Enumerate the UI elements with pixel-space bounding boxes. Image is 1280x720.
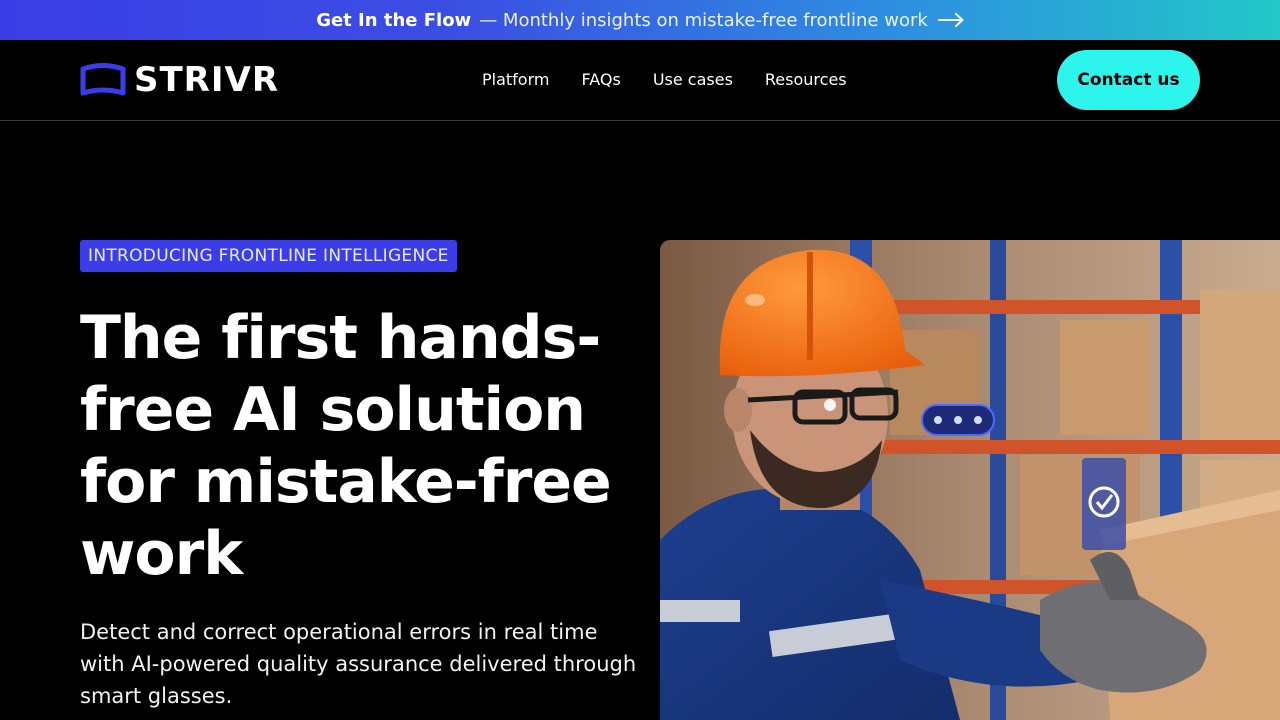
- intro-badge: INTRODUCING FRONTLINE INTELLIGENCE: [80, 240, 457, 272]
- contact-us-button[interactable]: Contact us: [1057, 50, 1200, 110]
- nav-item-faqs[interactable]: FAQs: [581, 68, 620, 92]
- hero-image: [660, 240, 1280, 720]
- nav-item-platform[interactable]: Platform: [482, 68, 549, 92]
- arrow-right-icon: [937, 13, 964, 27]
- announcement-text: — Monthly insights on mistake-free front…: [479, 9, 928, 31]
- logo-mark-icon: [80, 63, 126, 96]
- strivr-logo[interactable]: STRIVR: [80, 62, 279, 98]
- hero-headline: The first hands-free AI solution for mis…: [80, 303, 612, 589]
- announcement-bar[interactable]: Get In the Flow — Monthly insights on mi…: [0, 0, 1280, 40]
- warehouse-worker-illustration: [660, 240, 1280, 720]
- hero-subtext: Detect and correct operational errors in…: [80, 620, 637, 708]
- nav-item-resources[interactable]: Resources: [765, 68, 847, 92]
- logo-wordmark: STRIVR: [134, 60, 280, 100]
- announcement-title: Get In the Flow: [316, 9, 472, 31]
- nav-item-use-cases[interactable]: Use cases: [653, 68, 733, 92]
- main-menu: Platform FAQs Use cases Resources: [482, 68, 847, 92]
- top-nav: STRIVR Platform FAQs Use cases Resources…: [0, 40, 1280, 121]
